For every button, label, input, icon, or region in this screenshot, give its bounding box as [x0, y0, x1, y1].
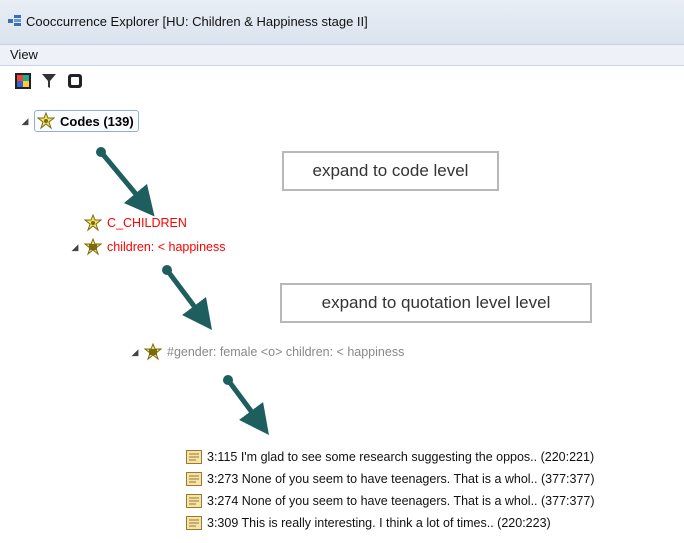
code-icon [84, 214, 102, 232]
toolbar [0, 66, 684, 96]
quotation-icon [186, 472, 202, 486]
expand-triangle-icon[interactable]: ◢ [70, 242, 80, 253]
title-bar: Cooccurrence Explorer [HU: Children & Ha… [0, 0, 684, 44]
menu-bar: View [0, 44, 684, 66]
quotation-icon [186, 450, 202, 464]
quotation-icon [186, 494, 202, 508]
quotation-item[interactable]: 3:273 None of you seem to have teenagers… [186, 472, 595, 486]
expand-triangle-icon[interactable]: ◢ [130, 347, 140, 358]
cooccurrence-icon [8, 15, 21, 26]
quotation-item[interactable]: 3:309 This is really interesting. I thin… [186, 516, 551, 530]
menu-view[interactable]: View [10, 47, 38, 62]
code-label: C_CHILDREN [107, 216, 187, 230]
quotation-item[interactable]: 3:115 I'm glad to see some research sugg… [186, 450, 594, 464]
filter-icon[interactable] [40, 72, 58, 90]
tree-root-node[interactable]: ◢ Codes (139) [20, 110, 139, 132]
quotation-icon [186, 516, 202, 530]
quotation-item[interactable]: 3:274 None of you seem to have teenagers… [186, 494, 595, 508]
cooccurrence-label: #gender: female <o> children: < happines… [167, 345, 405, 359]
cooccurrence-tree: ◢ Codes (139) C_CHILDREN ◢ children: < h… [0, 100, 684, 543]
code-label: children: < happiness [107, 240, 226, 254]
code-network-icon [84, 238, 102, 256]
tree-node-cooccurrence[interactable]: ◢ #gender: female <o> children: < happin… [130, 343, 404, 361]
quotation-label: 3:274 None of you seem to have teenagers… [207, 494, 595, 508]
quotation-label: 3:309 This is really interesting. I thin… [207, 516, 551, 530]
stop-icon[interactable] [66, 72, 84, 90]
window-title: Cooccurrence Explorer [HU: Children & Ha… [26, 14, 368, 29]
code-network-icon [144, 343, 162, 361]
expand-triangle-icon[interactable]: ◢ [20, 116, 30, 127]
codes-icon [37, 112, 55, 130]
root-label: Codes (139) [60, 113, 134, 129]
quotation-label: 3:273 None of you seem to have teenagers… [207, 472, 595, 486]
quotation-label: 3:115 I'm glad to see some research sugg… [207, 450, 595, 464]
color-tree-icon[interactable] [14, 72, 32, 90]
root-codes-box[interactable]: Codes (139) [34, 110, 139, 132]
tree-node-code[interactable]: C_CHILDREN [84, 214, 187, 232]
tree-node-code-expanded[interactable]: ◢ children: < happiness [70, 238, 225, 256]
